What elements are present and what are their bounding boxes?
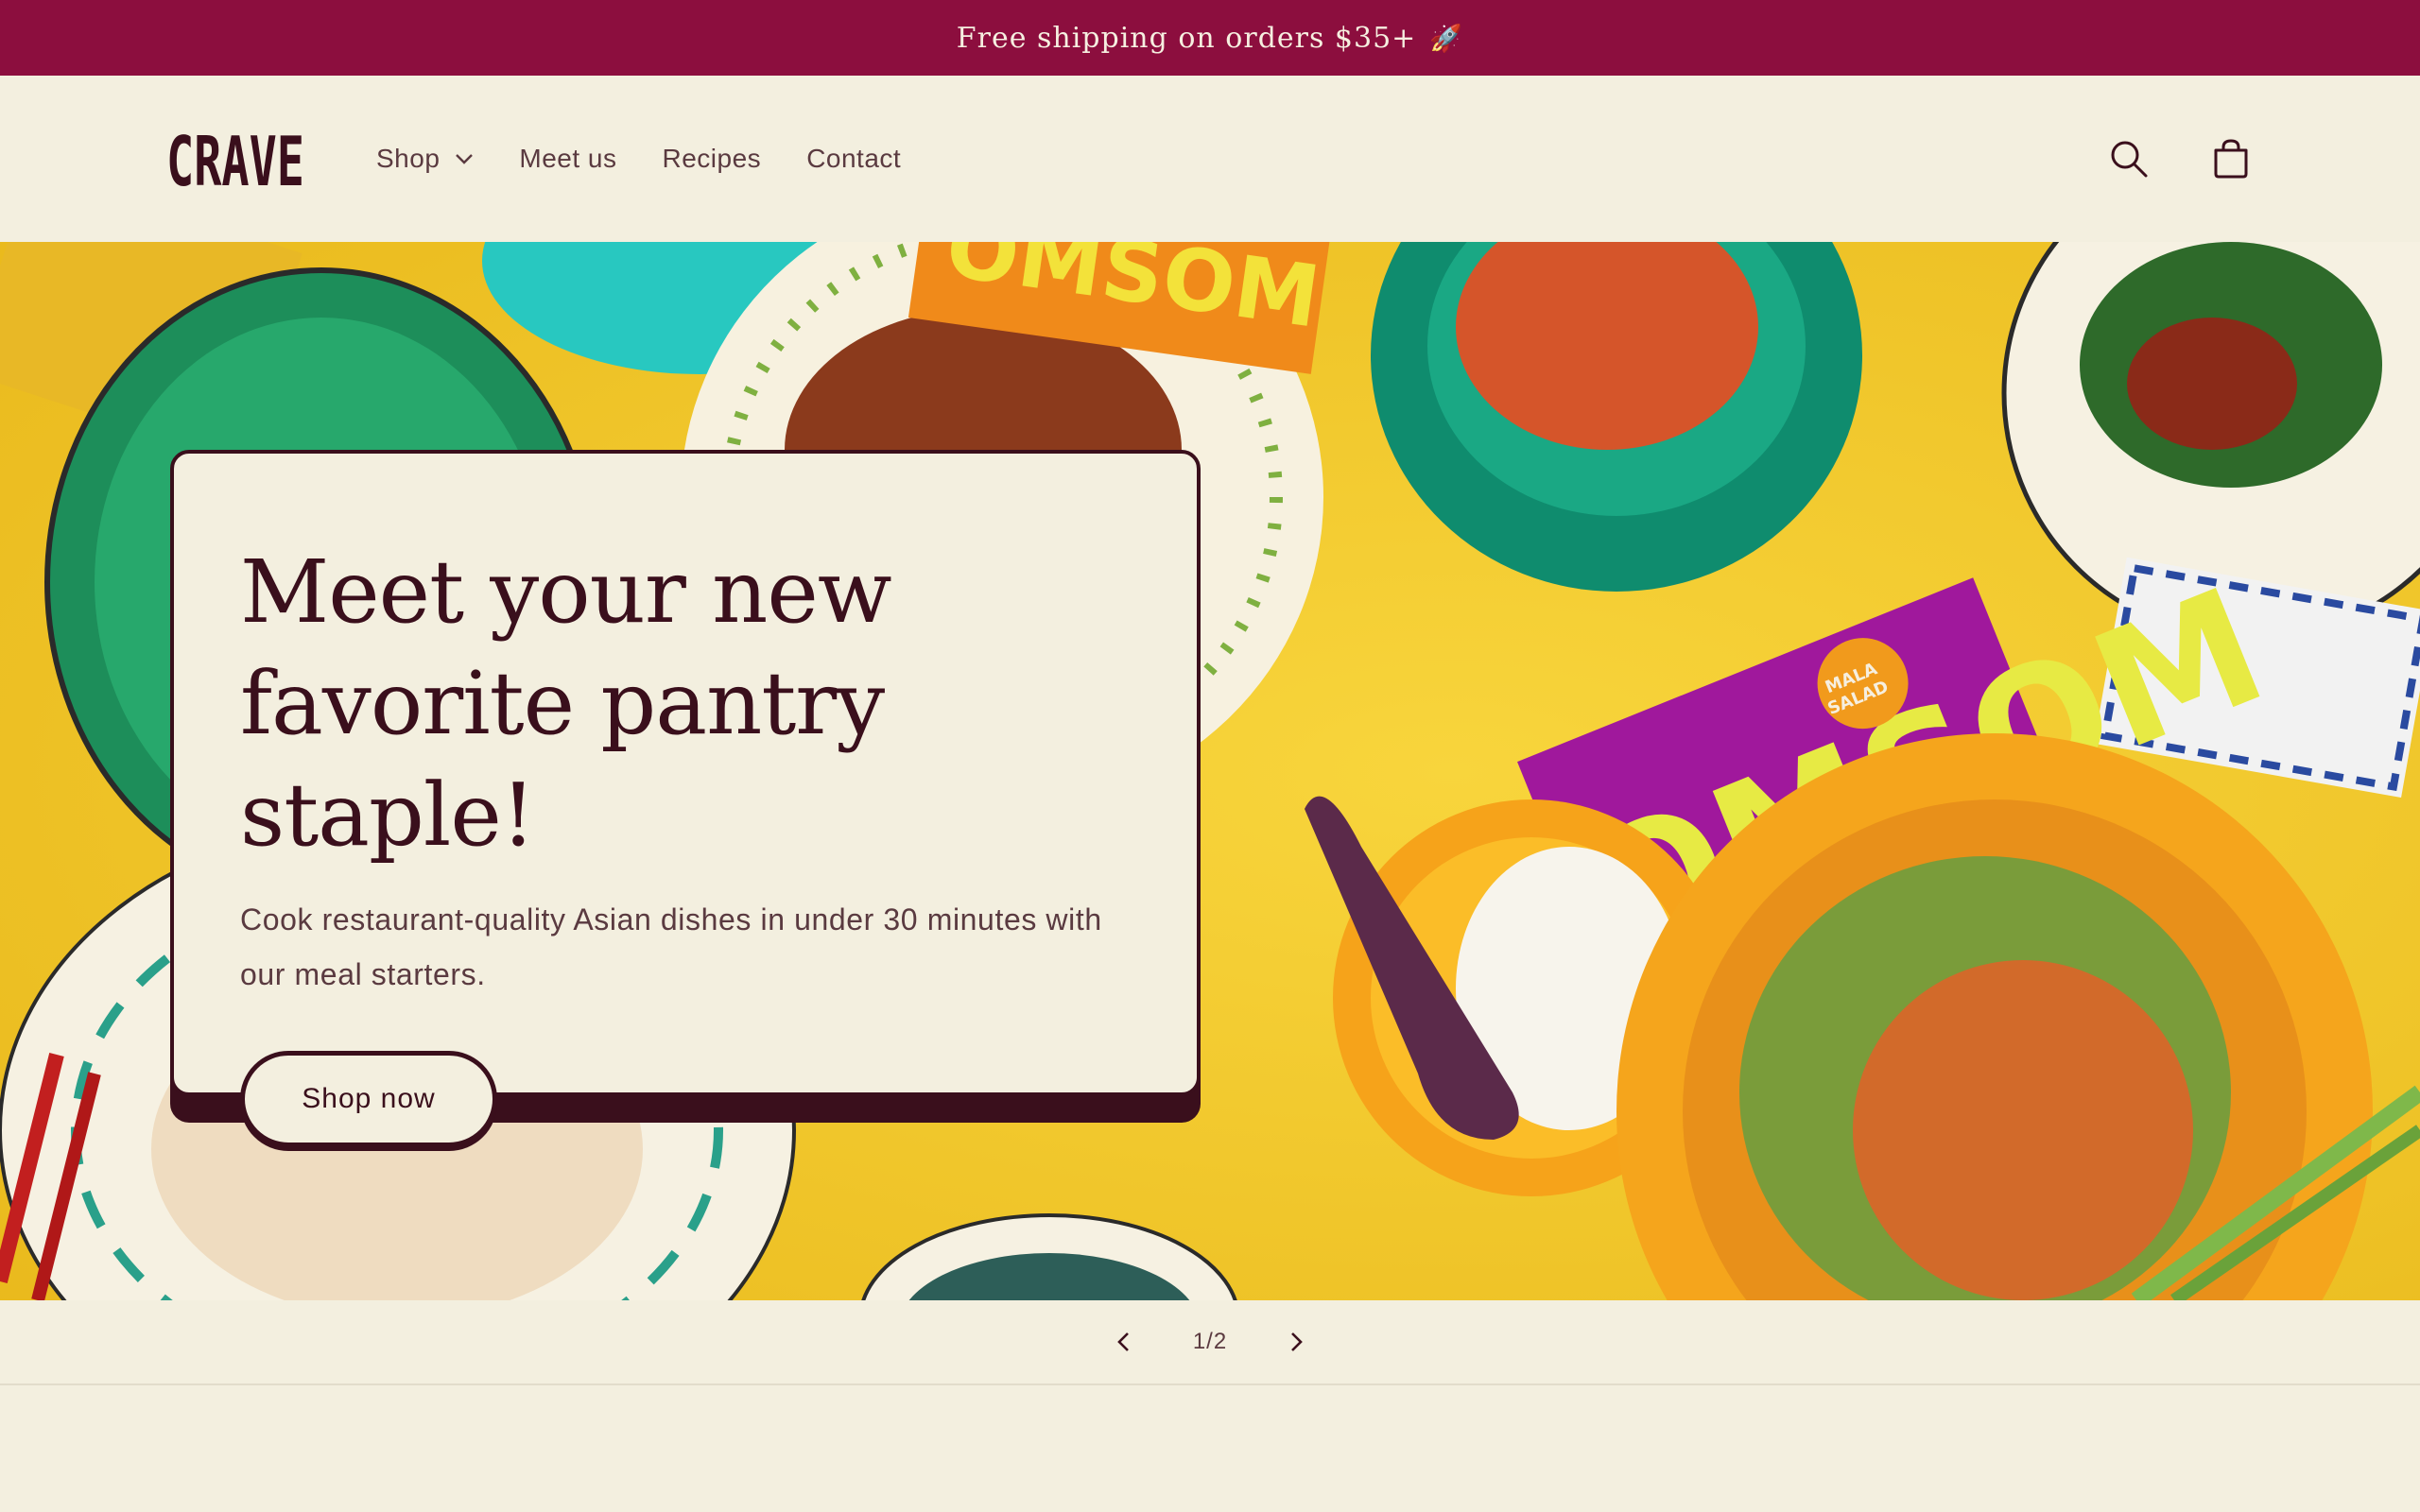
hero-banner: OMSOM OMSOM MALA SALAD	[0, 242, 2420, 1300]
previous-slide-button[interactable]	[1100, 1318, 1148, 1366]
nav-item-shop[interactable]: Shop	[376, 144, 474, 174]
rocket-icon: 🚀	[1429, 22, 1464, 54]
slide-counter: 1/2	[1192, 1329, 1228, 1354]
card-content: Meet your new favorite pantry staple! Co…	[170, 450, 1201, 1147]
nav-item-contact[interactable]: Contact	[806, 144, 901, 174]
hero-title: Meet your new favorite pantry staple!	[240, 537, 1131, 871]
site-header: CRAVE Shop Meet us Recipes Contact	[0, 76, 2420, 242]
hero-card: Meet your new favorite pantry staple! Co…	[170, 450, 1201, 1300]
chevron-left-icon	[1116, 1332, 1129, 1351]
next-slide-button[interactable]	[1272, 1318, 1320, 1366]
chevron-right-icon	[1291, 1332, 1304, 1351]
nav-label-recipes: Recipes	[662, 144, 762, 173]
cart-icon	[2214, 139, 2248, 179]
hero-title-line1: Meet your new	[240, 541, 892, 643]
crave-logo[interactable]: CRAVE	[166, 122, 306, 201]
nav-label-shop: Shop	[376, 144, 441, 173]
hero-title-line2: favorite pantry staple!	[240, 653, 885, 866]
announcement-bar: Free shipping on orders $35+ 🚀	[0, 0, 2420, 76]
main-nav: Shop Meet us Recipes Contact	[376, 76, 946, 242]
header-icons	[2100, 130, 2259, 187]
announcement-text: Free shipping on orders $35+ 🚀	[957, 22, 1463, 55]
slider-controls: 1/2	[0, 1300, 2420, 1385]
nav-item-meet-us[interactable]: Meet us	[519, 144, 616, 174]
logo-text: CRAVE	[166, 127, 304, 193]
chevron-down-icon	[456, 154, 474, 164]
search-icon	[2111, 141, 2148, 178]
shop-now-button[interactable]: Shop now	[240, 1051, 497, 1147]
nav-item-recipes[interactable]: Recipes	[663, 144, 762, 174]
hero-subtitle: Cook restaurant-quality Asian dishes in …	[240, 902, 1102, 991]
announcement-message: Free shipping on orders $35+	[956, 21, 1417, 55]
nav-label-contact: Contact	[806, 144, 902, 173]
search-button[interactable]	[2100, 130, 2157, 187]
nav-label-meet-us: Meet us	[519, 144, 617, 173]
cart-button[interactable]	[2203, 130, 2259, 187]
